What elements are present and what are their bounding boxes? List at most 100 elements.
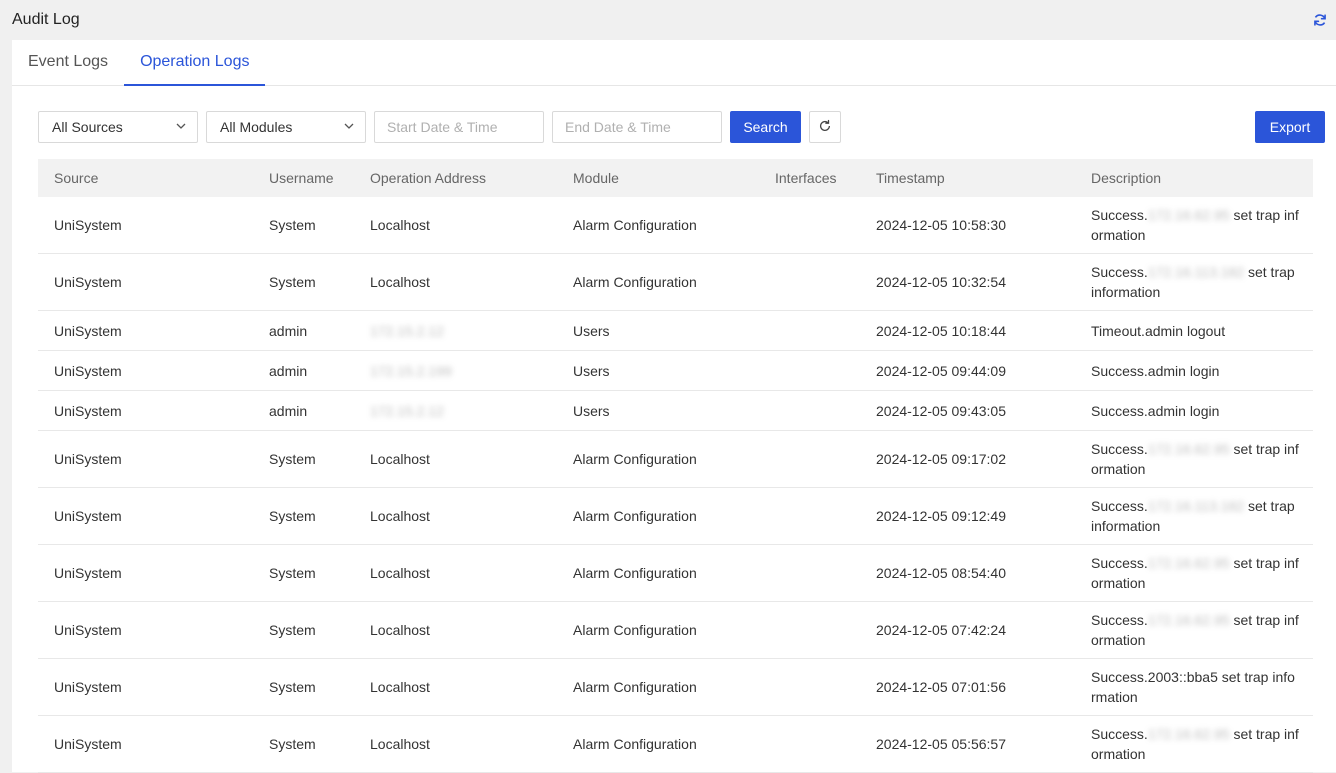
redacted-ip: 172.16.62.95 [1147, 612, 1230, 628]
cell-username: System [269, 679, 316, 695]
address-text: Localhost [370, 274, 430, 290]
source-select-value: All Sources [52, 119, 123, 135]
cell-operation-address: 172.15.2.12 [354, 323, 557, 339]
column-header-interfaces: Interfaces [775, 170, 837, 186]
page-title: Audit Log [12, 11, 80, 28]
cell-timestamp: 2024-12-05 09:44:09 [876, 362, 1006, 379]
start-date-input[interactable] [374, 111, 544, 143]
table-row: UniSystem admin 172.15.2.12 Users 2024-1… [38, 311, 1313, 351]
cell-source: UniSystem [54, 274, 122, 290]
cell-username: admin [269, 362, 308, 379]
address-text: Localhost [370, 565, 430, 581]
description-prefix: Success. [1091, 612, 1148, 628]
cell-username: System [269, 565, 316, 581]
description-prefix: Success. [1091, 207, 1148, 223]
cell-module: Alarm Configuration [573, 565, 697, 581]
cell-module: Users [573, 362, 610, 379]
cell-description: Success.admin login [1075, 401, 1313, 421]
cell-module: Users [573, 322, 610, 339]
column-header-description: Description [1091, 170, 1162, 186]
module-select[interactable]: All Modules [206, 111, 366, 143]
cell-source: UniSystem [54, 679, 122, 695]
redacted-ip: 172.16.113.182 [1147, 498, 1245, 514]
description-prefix: Success. [1091, 264, 1148, 280]
description-prefix: Success. [1091, 498, 1148, 514]
cell-description: Success.172.16.113.182 set trap informat… [1075, 496, 1313, 536]
table-row: UniSystem System Localhost Alarm Configu… [38, 431, 1313, 488]
cell-module: Alarm Configuration [573, 622, 697, 638]
cell-operation-address: Localhost [354, 508, 557, 524]
description-prefix: Success.2003::bba5 set trap information [1091, 669, 1295, 705]
description-prefix: Success.admin login [1091, 402, 1220, 419]
cell-description: Success.172.16.62.95 set trap informatio… [1075, 439, 1313, 479]
reset-button[interactable] [809, 111, 841, 143]
table-row: UniSystem System Localhost Alarm Configu… [38, 197, 1313, 254]
tab-event-logs[interactable]: Event Logs [12, 40, 124, 86]
cell-username: System [269, 274, 316, 290]
cell-timestamp: 2024-12-05 08:54:40 [876, 565, 1006, 581]
cell-source: UniSystem [54, 565, 122, 581]
cell-timestamp: 2024-12-05 09:43:05 [876, 402, 1006, 419]
address-text: Localhost [370, 451, 430, 467]
description-prefix: Success. [1091, 555, 1148, 571]
cell-description: Success.172.16.113.182 set trap informat… [1075, 262, 1313, 302]
table-row: UniSystem System Localhost Alarm Configu… [38, 659, 1313, 716]
cell-description: Timeout.admin logout [1075, 321, 1313, 341]
refresh-icon[interactable] [1312, 12, 1328, 28]
cell-source: UniSystem [54, 322, 122, 339]
address-text: Localhost [370, 217, 430, 233]
cell-operation-address: 172.15.2.199 [354, 363, 557, 379]
cell-source: UniSystem [54, 402, 122, 419]
chevron-down-icon [175, 119, 187, 135]
cell-username: admin [269, 402, 308, 419]
cell-timestamp: 2024-12-05 05:56:57 [876, 736, 1006, 752]
cell-operation-address: Localhost [354, 565, 557, 581]
module-select-value: All Modules [220, 119, 293, 135]
search-button[interactable]: Search [730, 111, 801, 143]
filter-toolbar: All Sources All Modules Search Export [38, 111, 1325, 143]
redacted-ip: 172.16.62.95 [1147, 555, 1230, 571]
cell-timestamp: 2024-12-05 09:17:02 [876, 451, 1006, 467]
cell-timestamp: 2024-12-05 10:58:30 [876, 217, 1006, 233]
tab-operation-logs[interactable]: Operation Logs [124, 40, 266, 86]
redacted-address: 172.15.2.199 [370, 362, 452, 379]
cell-username: System [269, 451, 316, 467]
cell-description: Success.172.16.62.95 set trap informatio… [1075, 610, 1313, 650]
cell-timestamp: 2024-12-05 10:18:44 [876, 322, 1006, 339]
address-text: Localhost [370, 508, 430, 524]
table-row: UniSystem System Localhost Alarm Configu… [38, 716, 1313, 773]
export-button[interactable]: Export [1255, 111, 1325, 143]
cell-module: Alarm Configuration [573, 736, 697, 752]
cell-source: UniSystem [54, 736, 122, 752]
cell-operation-address: Localhost [354, 622, 557, 638]
cell-module: Alarm Configuration [573, 274, 697, 290]
table-row: UniSystem admin 172.15.2.199 Users 2024-… [38, 351, 1313, 391]
column-header-operation-address: Operation Address [370, 170, 486, 186]
page-header: Audit Log [0, 0, 1336, 40]
cell-operation-address: Localhost [354, 274, 557, 290]
cell-username: System [269, 736, 316, 752]
description-prefix: Timeout.admin logout [1091, 322, 1226, 339]
redacted-ip: 172.16.62.95 [1147, 441, 1230, 457]
cell-operation-address: Localhost [354, 451, 557, 467]
address-text: Localhost [370, 622, 430, 638]
table-row: UniSystem System Localhost Alarm Configu… [38, 254, 1313, 311]
reset-icon [818, 119, 832, 136]
cell-module: Alarm Configuration [573, 451, 697, 467]
redacted-address: 172.15.2.12 [370, 402, 444, 419]
column-header-source: Source [54, 170, 99, 186]
column-header-username: Username [269, 170, 334, 186]
cell-username: System [269, 508, 316, 524]
table-row: UniSystem System Localhost Alarm Configu… [38, 545, 1313, 602]
source-select[interactable]: All Sources [38, 111, 198, 143]
cell-source: UniSystem [54, 451, 122, 467]
end-date-input[interactable] [552, 111, 722, 143]
main-panel: Event Logs Operation Logs All Sources Al… [12, 40, 1336, 773]
cell-module: Alarm Configuration [573, 679, 697, 695]
chevron-down-icon [343, 119, 355, 135]
cell-timestamp: 2024-12-05 09:12:49 [876, 508, 1006, 524]
description-prefix: Success. [1091, 726, 1148, 742]
table-body: UniSystem System Localhost Alarm Configu… [38, 197, 1313, 773]
cell-description: Success.172.16.62.95 set trap informatio… [1075, 724, 1313, 764]
cell-source: UniSystem [54, 217, 122, 233]
